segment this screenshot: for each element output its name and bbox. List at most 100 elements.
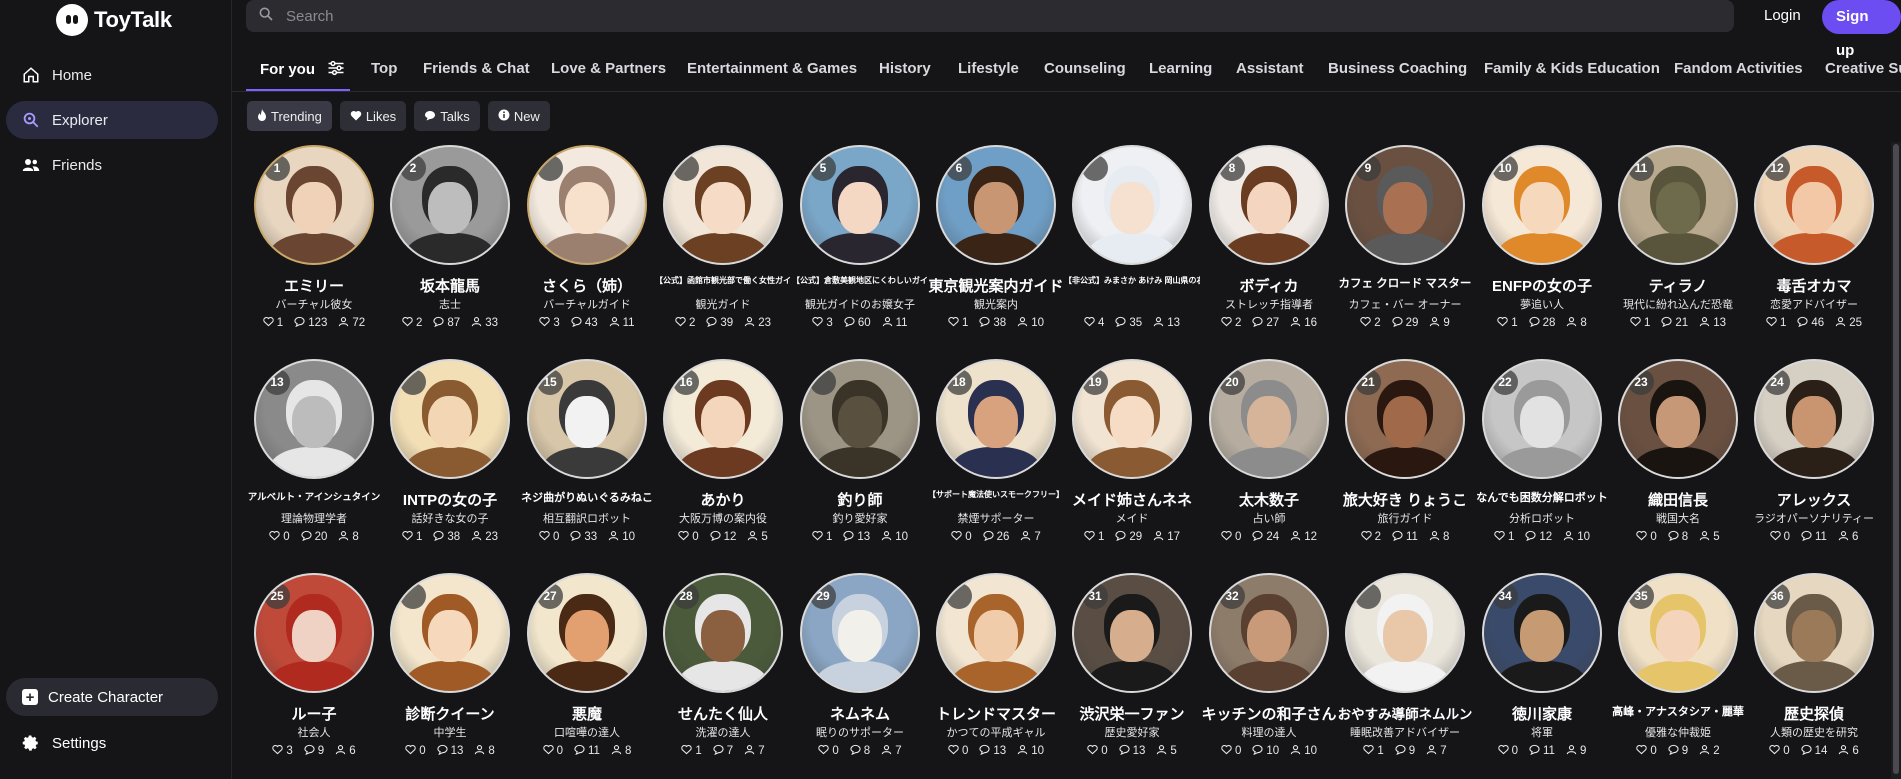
character-card[interactable]: 28 せんたく仙人 洗濯の達人 1 7 7 (655, 573, 791, 758)
character-card[interactable]: 21 旅大好き りょうこ 旅行ガイド 2 11 8 (1337, 359, 1473, 544)
filter-likes[interactable]: Likes (339, 101, 407, 131)
character-avatar[interactable]: 2 (390, 145, 510, 265)
login-button[interactable]: Login (1752, 0, 1813, 32)
character-card[interactable]: 35 高峰・アナスタシア・麗華 優雅な仲裁姫 0 9 2 (1610, 573, 1746, 758)
character-avatar[interactable]: 18 (936, 359, 1056, 479)
character-avatar[interactable]: 8 (1209, 145, 1329, 265)
character-card[interactable]: 34 徳川家康 将軍 0 11 9 (1474, 573, 1610, 758)
character-avatar[interactable]: 13 (254, 359, 374, 479)
character-avatar[interactable] (390, 359, 510, 479)
tab-for-you[interactable]: For you (260, 60, 345, 80)
character-avatar[interactable]: 9 (1345, 145, 1465, 265)
character-card[interactable]: 23 織田信長 戦国大名 0 8 5 (1610, 359, 1746, 544)
character-card[interactable]: 27 悪魔 口喧嘩の達人 0 11 8 (519, 573, 655, 758)
tab-top[interactable]: Top (371, 60, 397, 77)
tab-business-coaching[interactable]: Business Coaching (1328, 60, 1467, 77)
tab-family-kids-education[interactable]: Family & Kids Education (1484, 60, 1660, 77)
character-avatar[interactable]: 28 (663, 573, 783, 693)
character-avatar[interactable]: 23 (1618, 359, 1738, 479)
tab-love-partners[interactable]: Love & Partners (551, 60, 666, 77)
character-avatar[interactable] (936, 573, 1056, 693)
signup-button[interactable]: Sign up (1822, 0, 1901, 59)
character-card[interactable]: 9 カフェ クロード マスター カフェ・バー オーナー 2 29 9 (1337, 145, 1473, 330)
character-card[interactable]: 11 ティラノ 現代に紛れ込んだ恐竜 1 21 13 (1610, 145, 1746, 330)
character-card[interactable]: 16 あかり 大阪万博の案内役 0 12 5 (655, 359, 791, 544)
character-card[interactable]: INTPの女の子 話好きな女の子 1 38 23 (382, 359, 518, 544)
character-avatar[interactable]: 34 (1482, 573, 1602, 693)
character-card[interactable]: 1 エミリー バーチャル彼女 1 123 72 (246, 145, 382, 330)
logo[interactable]: ToyTalk (56, 4, 172, 36)
character-card[interactable]: 10 ENFPの女の子 夢追い人 1 28 8 (1474, 145, 1610, 330)
character-card[interactable]: 29 ネムネム 眠りのサポーター 0 8 7 (792, 573, 928, 758)
character-avatar[interactable]: 16 (663, 359, 783, 479)
character-card[interactable]: 36 歴史探偵 人類の歴史を研究 0 14 6 (1746, 573, 1882, 758)
character-card[interactable]: 【非公式】みまさか あけみ 岡山県の右上の観光ガイド(… 4 35 13 (1064, 145, 1200, 330)
character-avatar[interactable] (527, 145, 647, 265)
character-avatar[interactable]: 12 (1754, 145, 1874, 265)
character-avatar[interactable]: 32 (1209, 573, 1329, 693)
character-card[interactable]: 診断クイーン 中学生 0 13 8 (382, 573, 518, 758)
sidebar-item-explorer[interactable]: Explorer (6, 101, 218, 139)
character-avatar[interactable]: 1 (254, 145, 374, 265)
character-avatar[interactable] (800, 359, 920, 479)
character-avatar[interactable]: 6 (936, 145, 1056, 265)
character-avatar[interactable] (1345, 573, 1465, 693)
character-card[interactable]: 19 メイド姉さんネネ メイド 1 29 17 (1064, 359, 1200, 544)
create-character-button[interactable]: + Create Character (6, 678, 218, 716)
scrollbar[interactable] (1891, 142, 1901, 779)
sidebar-item-home[interactable]: Home (6, 56, 218, 94)
character-avatar[interactable] (390, 573, 510, 693)
character-card[interactable]: 12 毒舌オカマ 恋愛アドバイザー 1 46 25 (1746, 145, 1882, 330)
character-card[interactable]: 釣り師 釣り愛好家 1 13 10 (792, 359, 928, 544)
tab-learning[interactable]: Learning (1149, 60, 1212, 77)
sliders-icon[interactable] (327, 60, 345, 80)
character-avatar[interactable]: 25 (254, 573, 374, 693)
tab-lifestyle[interactable]: Lifestyle (958, 60, 1019, 77)
filter-trending[interactable]: Trending (247, 101, 332, 131)
character-avatar[interactable]: 31 (1072, 573, 1192, 693)
search-input[interactable] (286, 7, 1586, 25)
character-card[interactable]: 15 ネジ曲がりぬいぐるみねこ 相互翻訳ロボット 0 33 10 (519, 359, 655, 544)
character-avatar[interactable]: 20 (1209, 359, 1329, 479)
tab-history[interactable]: History (879, 60, 931, 77)
character-avatar[interactable]: 19 (1072, 359, 1192, 479)
character-card[interactable]: 【公式】函館市観光部で働く女性ガイド 観光ガイド 2 39 23 (655, 145, 791, 330)
scroll-thumb[interactable] (1893, 144, 1899, 774)
character-avatar[interactable]: 22 (1482, 359, 1602, 479)
character-card[interactable]: 13 アルベルト・アインシュタイン 理論物理学者 0 20 8 (246, 359, 382, 544)
character-avatar[interactable]: 5 (800, 145, 920, 265)
tab-friends-chat[interactable]: Friends & Chat (423, 60, 530, 77)
tab-entertainment-games[interactable]: Entertainment & Games (687, 60, 857, 77)
character-avatar[interactable]: 29 (800, 573, 920, 693)
character-card[interactable]: 25 ルー子 社会人 3 9 6 (246, 573, 382, 758)
filter-talks[interactable]: Talks (414, 101, 480, 131)
character-avatar[interactable]: 27 (527, 573, 647, 693)
tab-fandom-activities[interactable]: Fandom Activities (1674, 60, 1803, 77)
settings-button[interactable]: Settings (6, 724, 218, 762)
character-card[interactable]: 5 【公式】倉敷美観地区にくわしいガイド 観光ガイドのお嬢女子 3 60 11 (792, 145, 928, 330)
character-avatar[interactable]: 21 (1345, 359, 1465, 479)
character-avatar[interactable]: 24 (1754, 359, 1874, 479)
character-avatar[interactable]: 15 (527, 359, 647, 479)
character-avatar[interactable]: 11 (1618, 145, 1738, 265)
filter-new[interactable]: New (487, 101, 550, 131)
character-card[interactable]: 32 キッチンの和子さん 料理の達人 0 10 10 (1201, 573, 1337, 758)
character-card[interactable]: 6 東京観光案内ガイド 観光案内 1 38 10 (928, 145, 1064, 330)
tab-creative[interactable]: Creative Su (1825, 60, 1901, 77)
tab-counseling[interactable]: Counseling (1044, 60, 1126, 77)
character-card[interactable]: 8 ボディカ ストレッチ指導者 2 27 16 (1201, 145, 1337, 330)
character-card[interactable]: 2 坂本龍馬 志士 2 87 33 (382, 145, 518, 330)
tab-assistant[interactable]: Assistant (1236, 60, 1304, 77)
character-avatar[interactable]: 36 (1754, 573, 1874, 693)
sidebar-item-friends[interactable]: Friends (6, 146, 218, 184)
character-card[interactable]: トレンドマスター かつての平成ギャル 0 13 10 (928, 573, 1064, 758)
character-card[interactable]: 22 なんでも困数分解ロボット 分析ロボット 1 12 10 (1474, 359, 1610, 544)
character-avatar[interactable] (663, 145, 783, 265)
character-avatar[interactable] (1072, 145, 1192, 265)
character-card[interactable]: 20 太木数子 占い師 0 24 12 (1201, 359, 1337, 544)
search-bar[interactable] (246, 0, 1734, 32)
character-card[interactable]: おやすみ導師ネムルン 睡眠改善アドバイザー 1 9 7 (1337, 573, 1473, 758)
character-avatar[interactable]: 35 (1618, 573, 1738, 693)
character-card[interactable]: 24 アレックス ラジオパーソナリティー 0 11 6 (1746, 359, 1882, 544)
character-card[interactable]: 31 渋沢栄一ファン 歴史愛好家 0 13 5 (1064, 573, 1200, 758)
